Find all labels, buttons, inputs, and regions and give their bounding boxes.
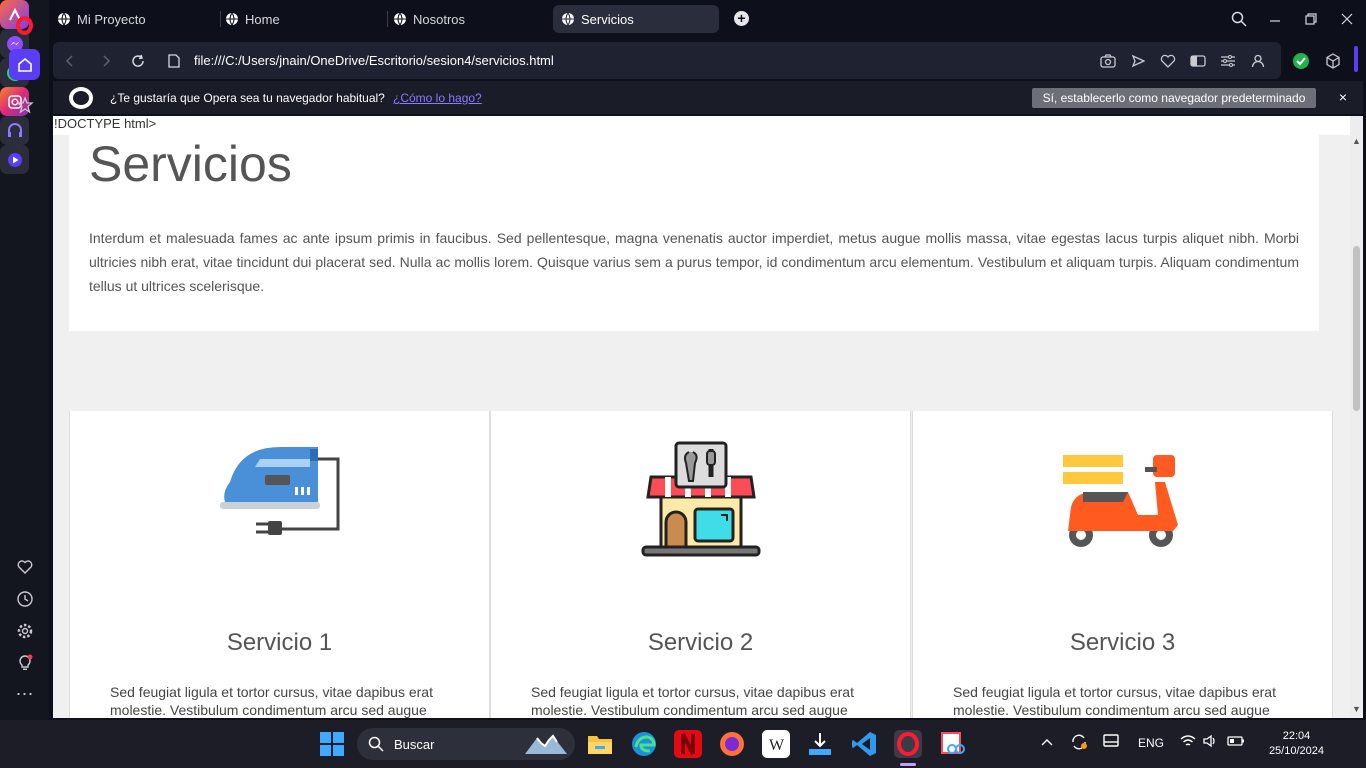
tab-label: Home (245, 11, 280, 27)
page-title: Servicios (89, 136, 292, 192)
doctype-text: !DOCTYPE html> (53, 116, 1350, 135)
downloads-icon[interactable] (806, 730, 834, 758)
windows-start-icon[interactable] (318, 730, 346, 758)
battery-icon[interactable] (1227, 734, 1245, 751)
tab-label: Nosotros (413, 11, 466, 27)
vscode-icon[interactable] (850, 730, 878, 758)
set-default-button[interactable]: Sí, establecerlo como navegador predeter… (1032, 88, 1316, 108)
file-page-icon[interactable] (164, 51, 184, 71)
search-icon (368, 736, 384, 752)
mountains-icon (525, 734, 567, 754)
wifi-icon[interactable] (1180, 734, 1196, 751)
intro-paragraph: Interdum et malesuada fames ac ante ipsu… (89, 230, 1299, 294)
service-card: Servicio 2 Sed feugiat ligula et tortor … (490, 411, 911, 718)
music-player-icon[interactable] (0, 116, 29, 145)
opera-sidebar: ⋯ (0, 0, 49, 720)
forward-icon[interactable] (96, 51, 116, 71)
search-label: Buscar (394, 737, 435, 752)
sidebar-indicator (1354, 46, 1358, 72)
page-viewport: !DOCTYPE html> Servicios Interdum et mal… (53, 116, 1350, 718)
service-card: Servicio 3 Sed feugiat ligula et tortor … (912, 411, 1333, 718)
address-bar: file:///C:/Users/jnain/OneDrive/Escritor… (53, 42, 1281, 79)
more-icon[interactable]: ⋯ (9, 679, 40, 710)
intro-section: Servicios Interdum et malesuada fames ac… (69, 135, 1319, 331)
close-window-icon[interactable] (1337, 9, 1357, 29)
repair-shop-icon (641, 441, 760, 557)
tab-servicios[interactable]: Servicios (553, 5, 719, 33)
tab-bar: Mi Proyecto Home Nosotros Servicios + (49, 0, 1366, 38)
service-title: Servicio 2 (647, 629, 754, 656)
default-browser-bar: ¿Te gustaría que Opera sea tu navegador … (53, 81, 1363, 114)
default-browser-question: ¿Te gustaría que Opera sea tu navegador … (110, 91, 385, 105)
page-scrollbar[interactable]: ▲ ▼ (1350, 116, 1363, 718)
netflix-icon[interactable] (674, 730, 702, 758)
display-icon[interactable] (1102, 733, 1120, 752)
tab-nosotros[interactable]: Nosotros (385, 5, 551, 33)
windows-taskbar: Buscar W ENG 22:04 25/10/2024 (0, 720, 1366, 768)
search-tabs-icon[interactable] (1229, 9, 1249, 29)
iron-icon (219, 447, 339, 535)
firefox-icon[interactable] (718, 730, 746, 758)
service-title: Servicio 1 (226, 629, 333, 656)
pinboard-icon[interactable] (9, 89, 40, 120)
tab-home[interactable]: Home (217, 5, 383, 33)
opera-logo-icon (69, 87, 93, 109)
extensions-cube-icon[interactable] (1314, 42, 1351, 79)
edge-icon[interactable] (630, 730, 658, 758)
show-hidden-icons-icon[interactable] (1040, 736, 1054, 750)
easy-setup-sliders-icon[interactable] (1218, 51, 1238, 71)
scroll-down-icon[interactable]: ▼ (1352, 704, 1361, 714)
url-field[interactable]: file:///C:/Users/jnain/OneDrive/Escritor… (194, 53, 554, 68)
globe-icon (394, 12, 406, 26)
globe-icon (226, 12, 238, 26)
close-infobar-icon[interactable]: × (1339, 89, 1347, 105)
clock-time: 22:04 (1282, 730, 1311, 742)
service-text: Sed feugiat ligula et tortor cursus, vit… (110, 684, 433, 718)
tab-mi-proyecto[interactable]: Mi Proyecto (49, 5, 215, 33)
volume-icon[interactable] (1202, 734, 1218, 751)
scroll-thumb[interactable] (1353, 246, 1360, 411)
settings-icon[interactable] (9, 615, 40, 646)
reload-icon[interactable] (128, 51, 148, 71)
taskbar-search[interactable]: Buscar (357, 728, 575, 760)
history-icon[interactable] (9, 583, 40, 614)
opera-taskbar-icon[interactable] (894, 730, 922, 758)
opera-menu-icon[interactable] (9, 10, 40, 41)
new-tab-plus-icon[interactable]: + (734, 11, 749, 26)
snipping-tool-icon[interactable] (938, 730, 966, 758)
wikipedia-icon[interactable]: W (762, 730, 790, 758)
tab-label: Mi Proyecto (77, 11, 146, 27)
send-icon[interactable] (1128, 51, 1148, 71)
how-to-link[interactable]: ¿Cómo lo hago? (393, 91, 482, 105)
back-icon[interactable] (60, 51, 80, 71)
tab-label: Servicios (581, 11, 634, 27)
profile-icon[interactable] (1248, 51, 1268, 71)
player-icon[interactable] (0, 145, 29, 174)
service-text: Sed feugiat ligula et tortor cursus, vit… (953, 684, 1276, 718)
minimize-icon[interactable] (1265, 9, 1285, 29)
active-app-indicator (900, 763, 916, 766)
globe-icon (562, 12, 574, 26)
easy-setup-icon[interactable] (1188, 51, 1208, 71)
clock-date: 25/10/2024 (1268, 745, 1324, 757)
delivery-scooter-icon (1062, 455, 1178, 547)
heart-icon[interactable] (9, 551, 40, 582)
bookmark-heart-icon[interactable] (1158, 51, 1178, 71)
home-icon[interactable] (9, 49, 40, 80)
globe-icon (58, 12, 70, 26)
svg-text:W: W (769, 737, 785, 754)
service-title: Servicio 3 (1069, 629, 1176, 656)
system-clock[interactable]: 22:04 25/10/2024 (1269, 729, 1324, 759)
service-card: Servicio 1 Sed feugiat ligula et tortor … (69, 411, 490, 718)
snapshot-icon[interactable] (1098, 51, 1118, 71)
sync-icon[interactable] (1070, 733, 1088, 754)
service-text: Sed feugiat ligula et tortor cursus, vit… (531, 684, 854, 718)
file-explorer-icon[interactable] (586, 730, 614, 758)
scroll-up-icon[interactable]: ▲ (1352, 136, 1361, 146)
tips-icon[interactable] (9, 647, 40, 678)
restore-icon[interactable] (1301, 9, 1321, 29)
language-indicator[interactable]: ENG (1138, 736, 1164, 750)
